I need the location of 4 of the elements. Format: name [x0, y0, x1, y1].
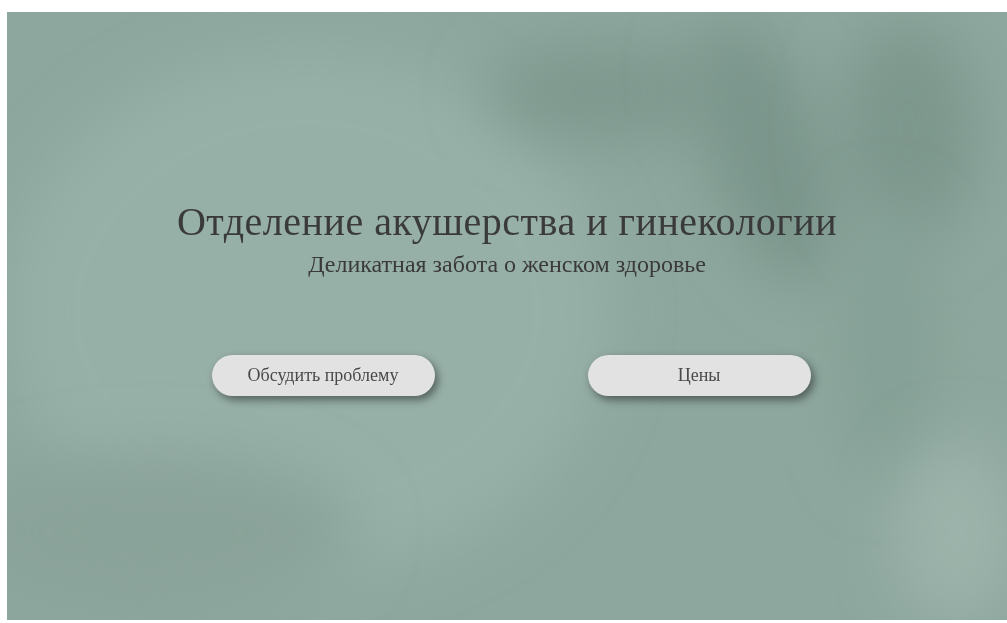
cta-button[interactable]: Обсудить проблему	[211, 355, 435, 396]
hero-title: Отделение акушерства и гинекологии	[176, 198, 838, 246]
cta-button[interactable]: Цены	[587, 355, 811, 396]
hero-subtitle: Деликатная забота о женском здоровье	[308, 250, 706, 279]
